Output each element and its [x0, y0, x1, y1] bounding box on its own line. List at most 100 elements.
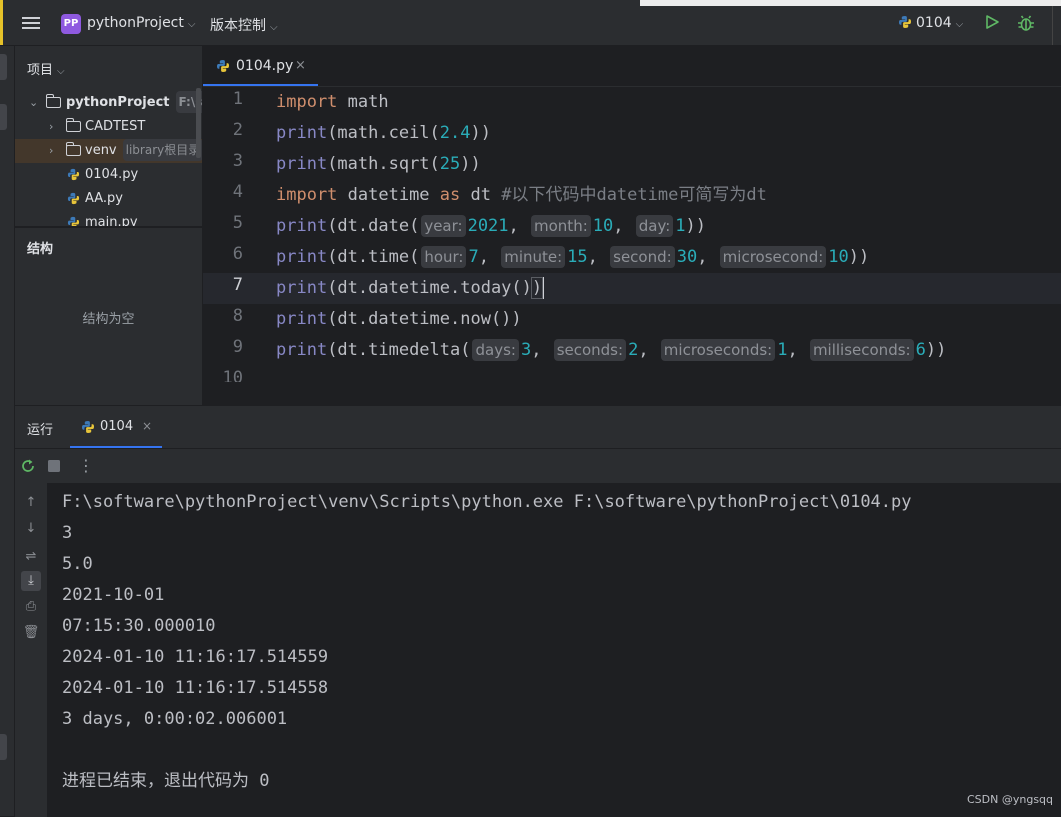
code-token: #以下代码中datetime可简写为dt	[501, 185, 767, 205]
scroll-down-icon[interactable]: ↓	[21, 519, 41, 539]
code-token: ,	[613, 216, 634, 236]
code-editor[interactable]: 1 import math 2 print(math.ceil(2.4)) 3 print…	[203, 87, 1061, 382]
line-number: 2	[232, 120, 243, 140]
console-side-toolbar: ↑ ↓ ⇌ ⤓ ⎙ 🗑	[15, 483, 47, 817]
parameter-hint: month:	[531, 215, 591, 237]
soft-wrap-icon[interactable]: ⇌	[21, 547, 41, 567]
code-line: print(dt.time(hour: 7, minute: 15, second:…	[276, 242, 869, 273]
code-token: import	[276, 185, 338, 205]
debug-icon[interactable]	[1016, 13, 1036, 33]
watermark: CSDN @yngsqq	[967, 793, 1054, 806]
python-file-icon	[217, 60, 229, 72]
code-token: 3	[520, 340, 532, 360]
parameter-hint: microsecond:	[719, 246, 827, 268]
vcs-label: 版本控制	[210, 18, 266, 34]
tab-run-0104[interactable]: 0104 ×	[70, 412, 162, 448]
chevron-down-icon: ⌵	[187, 19, 196, 30]
code-token: 1	[777, 340, 788, 360]
code-token: ))	[685, 216, 707, 236]
code-token: ,	[587, 247, 609, 267]
code-token: ,	[531, 340, 552, 360]
code-token: ))	[848, 247, 870, 267]
code-token: ,	[638, 340, 659, 360]
parameter-hint: hour:	[421, 246, 467, 268]
code-token: 7	[468, 247, 479, 267]
editor-tab-bar: 0104.py ×	[203, 46, 1061, 87]
run-config-name: 0104	[916, 15, 952, 31]
code-token: print	[276, 123, 328, 143]
chevron-right-icon[interactable]: ›	[49, 115, 59, 139]
code-token: 25	[439, 154, 461, 174]
code-token: print	[276, 247, 328, 267]
line-number: 10	[222, 368, 243, 382]
code-line: print(dt.date(year: 2021, month: 10, day: 1…	[276, 211, 706, 242]
scroll-to-end-icon[interactable]: ⤓	[21, 571, 41, 591]
run-config-selector[interactable]: 0104 ⌵	[898, 15, 963, 31]
run-tool-tab[interactable]	[0, 734, 7, 760]
close-icon[interactable]: ×	[295, 58, 306, 73]
code-token: (math.sqrt(	[327, 154, 440, 174]
run-toolbar: ⋮	[15, 448, 1061, 483]
parameter-hint: microseconds:	[660, 339, 776, 361]
project-name: pythonProject	[87, 15, 184, 31]
console-line: 2024-01-10 11:16:17.514559	[62, 647, 329, 667]
console-output[interactable]: F:\software\pythonProject\venv\Scripts\p…	[47, 483, 1061, 817]
code-token: ,	[787, 340, 808, 360]
project-tool-tab[interactable]	[0, 54, 7, 80]
trash-icon[interactable]: 🗑	[21, 623, 41, 643]
main-menu-button[interactable]	[20, 14, 42, 32]
parameter-hint: second:	[610, 246, 675, 268]
code-token: print	[276, 340, 328, 360]
stop-icon[interactable]	[45, 457, 63, 475]
rerun-icon[interactable]	[19, 457, 37, 475]
tree-item-pythonproject[interactable]: ⌄ pythonProjectF:\soft	[15, 91, 202, 115]
python-file-icon	[67, 216, 80, 226]
text-caret	[542, 277, 545, 299]
structure-empty-text: 结构为空	[82, 312, 135, 327]
print-icon[interactable]: ⎙	[21, 597, 41, 617]
python-icon	[82, 421, 94, 433]
folder-icon	[65, 142, 81, 156]
parameter-hint: year:	[421, 215, 466, 237]
title-bar: PP pythonProject ⌵ 版本控制 ⌵ 0104 ⌵	[0, 0, 1061, 46]
code-token: datetime	[337, 185, 440, 205]
parameter-hint: minute:	[501, 246, 566, 268]
console-line: 2021-10-01	[62, 585, 165, 605]
code-token: ))	[470, 123, 491, 143]
project-view-selector[interactable]: 项目 ⌵	[27, 59, 65, 78]
code-token: )	[530, 277, 544, 299]
code-token: (dt.datetime.now())	[327, 309, 522, 329]
line-number: 9	[232, 337, 243, 357]
tree-item-aa-py[interactable]: AA.py	[15, 187, 202, 211]
code-token: ))	[460, 154, 481, 174]
tree-item-label: pythonProject	[66, 95, 170, 110]
tab-label: 0104.py	[236, 58, 294, 74]
project-selector[interactable]: pythonProject ⌵	[87, 15, 195, 31]
scroll-up-icon[interactable]: ↑	[21, 493, 41, 513]
run-icon[interactable]	[984, 14, 1000, 30]
structure-tool-tab[interactable]	[0, 104, 7, 130]
tab-0104-py[interactable]: 0104.py ×	[203, 46, 318, 86]
tree-item-venv[interactable]: › venv library根目录	[15, 139, 202, 163]
code-token: 30	[676, 247, 698, 267]
chevron-down-icon[interactable]: ⌄	[29, 91, 39, 115]
more-options-icon[interactable]: ⋮	[77, 457, 95, 475]
tree-item-0104-py[interactable]: 0104.py	[15, 163, 202, 187]
vcs-menu[interactable]: 版本控制 ⌵	[210, 15, 278, 35]
structure-panel: 结构 结构为空	[15, 227, 202, 405]
console-line: 进程已结束，退出代码为 0	[62, 771, 270, 791]
window-edge	[0, 0, 3, 45]
close-icon[interactable]: ×	[142, 419, 152, 433]
tree-item-main-py[interactable]: main.py	[15, 211, 202, 226]
line-number: 8	[232, 306, 243, 326]
tree-item-cadtest[interactable]: › CADTEST	[15, 115, 202, 139]
chevron-down-icon: ⌵	[57, 66, 65, 77]
chevron-right-icon[interactable]: ›	[49, 139, 59, 163]
code-token: ,	[508, 216, 530, 236]
code-token: 1	[675, 216, 686, 236]
code-line: print(math.ceil(2.4))	[276, 118, 491, 149]
code-token: as	[439, 185, 461, 205]
project-scrollbar[interactable]	[196, 88, 201, 158]
line-number: 5	[232, 213, 243, 233]
line-number: 4	[232, 182, 243, 202]
